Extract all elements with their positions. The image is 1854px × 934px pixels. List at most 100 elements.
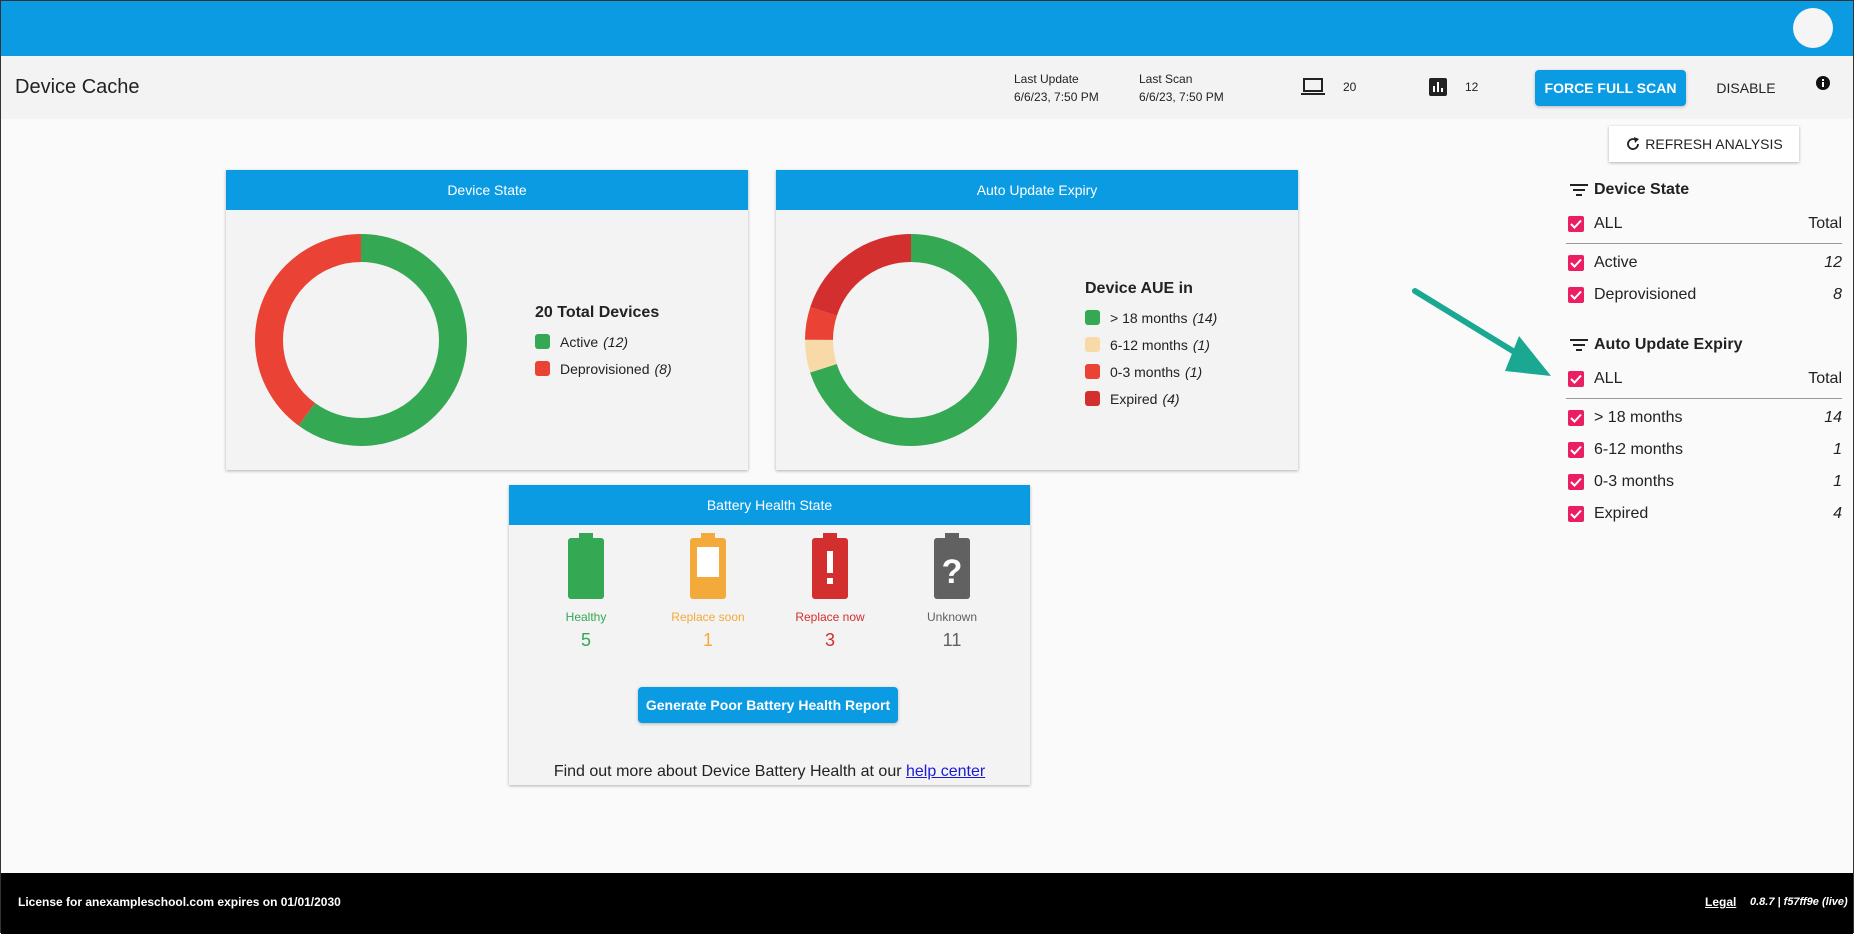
checkbox-checked[interactable]: [1568, 474, 1584, 490]
battery-count: 3: [824, 630, 835, 650]
aue-filter: Auto Update Expiry ALL Total > 18 months…: [1566, 333, 1842, 530]
aue-legend: Device AUE in > 18 months (14) 6-12 mont…: [1085, 280, 1217, 412]
page-title: Device Cache: [15, 76, 140, 98]
app-bar: [1, 1, 1853, 56]
filter-title-label: Auto Update Expiry: [1594, 336, 1743, 353]
battery-label: Unknown: [926, 610, 978, 624]
battery-label: Replace now: [795, 610, 865, 624]
checkbox-checked[interactable]: [1568, 410, 1584, 426]
filter-label: 6-12 months: [1594, 441, 1683, 458]
battery-unknown: ? Unknown 11: [902, 533, 1002, 651]
footer: License for anexampleschool.com expires …: [1, 873, 1853, 934]
legend-item: Active (12): [535, 328, 672, 355]
filter-row[interactable]: Expired 4: [1566, 498, 1842, 530]
legend-swatch: [535, 334, 550, 349]
filter-label: ALL: [1594, 215, 1623, 232]
checkbox-checked[interactable]: [1568, 506, 1584, 522]
filter-row[interactable]: 0-3 months 1: [1566, 466, 1842, 498]
legend-label: Deprovisioned: [560, 360, 650, 377]
legend-swatch: [1085, 337, 1100, 352]
check-icon: [1570, 374, 1582, 384]
legend-swatch: [1085, 310, 1100, 325]
filter-count: 12: [1824, 254, 1842, 271]
filter-count: 14: [1824, 409, 1842, 426]
legend-label: 0-3 months: [1110, 363, 1181, 380]
battery-count: 1: [702, 630, 713, 650]
last-scan: Last Scan 6/6/23, 7:50 PM: [1139, 70, 1224, 106]
last-update-label: Last Update: [1014, 72, 1079, 86]
force-full-scan-button[interactable]: FORCE FULL SCAN: [1535, 70, 1686, 106]
help-center-link[interactable]: help center: [906, 763, 985, 780]
legend-count: (1): [1192, 336, 1210, 353]
battery-count: 11: [942, 630, 962, 650]
device-state-donut: [255, 234, 467, 446]
device-count: 20: [1301, 78, 1356, 96]
filter-row-all[interactable]: ALL Total: [1566, 208, 1842, 240]
legend-count: (1): [1185, 363, 1203, 380]
battery-help-text: Find out more about Device Battery Healt…: [509, 763, 1030, 781]
legend-swatch: [1085, 391, 1100, 406]
filter-label: Deprovisioned: [1594, 286, 1697, 303]
checkbox-checked[interactable]: [1568, 255, 1584, 271]
legend-count: (12): [603, 333, 629, 350]
legend-item: Expired (4): [1085, 385, 1217, 412]
battery-low-icon: [690, 533, 726, 599]
legend-label: Active: [560, 333, 599, 350]
divider: [1566, 243, 1842, 244]
legend-item: 6-12 months (1): [1085, 331, 1217, 358]
battery-count: 5: [580, 630, 591, 650]
disable-button[interactable]: DISABLE: [1706, 70, 1786, 106]
checkbox-checked[interactable]: [1568, 371, 1584, 387]
version-text: 0.8.7 | f57ff9e (live): [1750, 896, 1848, 908]
device-state-filter: Device State ALL Total Active 12 Deprovi…: [1566, 178, 1842, 311]
filter-count: 1: [1833, 441, 1842, 458]
legend-item: > 18 months (14): [1085, 304, 1217, 331]
filter-count: 1: [1833, 473, 1842, 490]
checkbox-checked[interactable]: [1568, 216, 1584, 232]
legend-count: (4): [1162, 390, 1180, 407]
svg-text:?: ?: [942, 553, 963, 591]
legend-swatch: [535, 361, 550, 376]
page-header: Device Cache Last Update 6/6/23, 7:50 PM…: [1, 56, 1853, 119]
check-icon: [1570, 413, 1582, 423]
filter-title-label: Device State: [1594, 181, 1690, 198]
filter-title: Auto Update Expiry: [1566, 333, 1842, 357]
filter-icon: [1570, 184, 1588, 196]
license-text: License for anexampleschool.com expires …: [18, 895, 341, 909]
filter-row[interactable]: 6-12 months 1: [1566, 434, 1842, 466]
legal-link[interactable]: Legal: [1705, 895, 1736, 909]
bar-chart-icon: [1429, 78, 1447, 96]
refresh-analysis-button[interactable]: REFRESH ANALYSIS: [1609, 126, 1799, 162]
refresh-label: REFRESH ANALYSIS: [1645, 136, 1783, 152]
check-icon: [1570, 509, 1582, 519]
legend-count: (8): [654, 360, 672, 377]
legend-item: Deprovisioned (8): [535, 355, 672, 382]
filter-label: 0-3 months: [1594, 473, 1675, 490]
last-scan-label: Last Scan: [1139, 72, 1193, 86]
filter-row-all[interactable]: ALL Total: [1566, 363, 1842, 395]
last-update: Last Update 6/6/23, 7:50 PM: [1014, 70, 1099, 106]
battery-replace-soon: Replace soon 1: [658, 533, 758, 651]
checkbox-checked[interactable]: [1568, 442, 1584, 458]
info-icon[interactable]: [1816, 76, 1830, 90]
battery-health-card: Battery Health State Healthy 5 Replace s…: [509, 485, 1030, 785]
device-count-value: 20: [1343, 80, 1357, 94]
filter-label: Active: [1594, 254, 1638, 271]
generate-battery-report-button[interactable]: Generate Poor Battery Health Report: [638, 687, 898, 723]
refresh-icon: [1627, 137, 1640, 150]
legend-title: Device AUE in: [1085, 280, 1193, 297]
divider: [1566, 398, 1842, 399]
filter-row[interactable]: Active 12: [1566, 247, 1842, 279]
filter-icon: [1570, 339, 1588, 351]
last-scan-value: 6/6/23, 7:50 PM: [1139, 90, 1224, 104]
filter-title: Device State: [1566, 178, 1842, 202]
check-icon: [1570, 445, 1582, 455]
filter-label: Expired: [1594, 505, 1649, 522]
filter-row[interactable]: > 18 months 14: [1566, 402, 1842, 434]
user-avatar[interactable]: [1793, 8, 1833, 48]
device-state-legend: 20 Total Devices Active (12) Deprovision…: [535, 304, 672, 382]
card-title: Device State: [226, 170, 748, 210]
checkbox-checked[interactable]: [1568, 287, 1584, 303]
filter-row[interactable]: Deprovisioned 8: [1566, 279, 1842, 311]
legend-item: 0-3 months (1): [1085, 358, 1217, 385]
